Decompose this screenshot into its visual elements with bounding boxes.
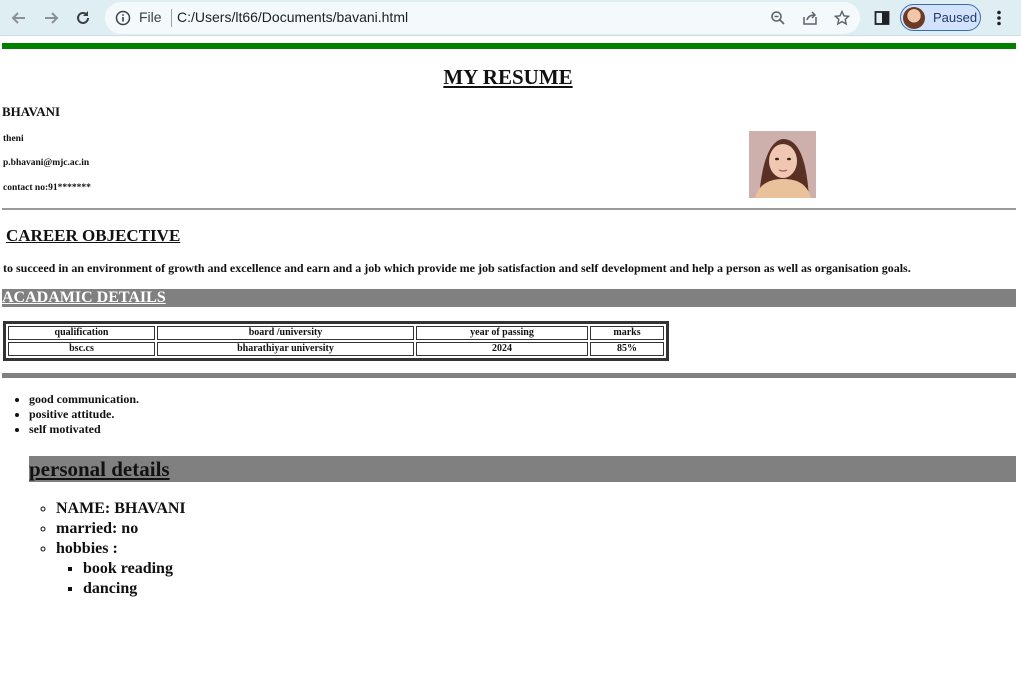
section-divider-thick: [2, 373, 1016, 378]
personal-heading-band: personal details: [29, 456, 1016, 482]
info-icon[interactable]: [114, 9, 132, 27]
table-row: bsc.cs bharathiyar university 2024 85%: [8, 342, 664, 356]
url-scheme-label: File: [139, 9, 162, 25]
table-header-row: qualification board /university year of …: [8, 326, 664, 340]
list-item: hobbies : book reading dancing: [56, 539, 186, 599]
reload-icon[interactable]: [71, 6, 95, 30]
table-header-cell: year of passing: [416, 326, 588, 340]
table-cell: 85%: [590, 342, 664, 356]
contact-text: contact no:91*******: [3, 183, 91, 193]
share-icon[interactable]: [801, 9, 819, 27]
more-menu-icon[interactable]: [988, 7, 1010, 29]
table-cell: 2024: [416, 342, 588, 356]
browser-toolbar: File C:/Users/lt66/Documents/bavani.html…: [0, 0, 1021, 36]
academic-heading-band: ACADAMIC DETAILS: [2, 289, 1016, 307]
career-objective-text: to succeed in an environment of growth a…: [3, 261, 911, 275]
forward-arrow-icon[interactable]: [39, 6, 63, 30]
zoom-icon[interactable]: [769, 9, 787, 27]
list-item: book reading: [83, 559, 186, 579]
email-text: p.bhavani@mjc.ac.in: [3, 158, 90, 168]
table-header-cell: qualification: [8, 326, 155, 340]
list-item: dancing: [83, 579, 186, 599]
academic-table: qualification board /university year of …: [3, 321, 669, 361]
profile-button[interactable]: Paused: [900, 4, 981, 31]
page-title: MY RESUME: [443, 65, 573, 89]
list-item: self motivated: [29, 422, 139, 437]
url-separator: [171, 9, 172, 27]
skills-list: good communication. positive attitude. s…: [29, 392, 139, 437]
list-item: married: no: [56, 519, 186, 539]
list-item: positive attitude.: [29, 407, 139, 422]
profile-status-label: Paused: [933, 10, 978, 25]
hobbies-label: hobbies :: [56, 540, 118, 557]
address-bar[interactable]: File C:/Users/lt66/Documents/bavani.html: [105, 2, 860, 34]
section-divider: [2, 208, 1016, 210]
list-item: good communication.: [29, 392, 139, 407]
table-header-cell: marks: [590, 326, 664, 340]
table-header-cell: board /university: [157, 326, 414, 340]
personal-details-list: NAME: BHAVANI married: no hobbies : book…: [56, 499, 186, 599]
academic-heading: ACADAMIC DETAILS: [2, 289, 166, 306]
green-divider: [2, 43, 1016, 49]
page-content: MY RESUME BHAVANI theni p.bhavani@mjc.ac…: [0, 37, 1021, 688]
table-cell: bharathiyar university: [157, 342, 414, 356]
personal-details-heading: personal details: [29, 457, 170, 481]
table-cell: bsc.cs: [8, 342, 155, 356]
back-arrow-icon[interactable]: [7, 6, 31, 30]
bookmark-star-icon[interactable]: [833, 9, 851, 27]
candidate-name: BHAVANI: [2, 104, 61, 119]
hobbies-list: book reading dancing: [56, 559, 186, 599]
career-objective-heading: CAREER OBJECTIVE: [6, 226, 181, 245]
profile-photo: [749, 131, 816, 198]
url-text[interactable]: C:/Users/lt66/Documents/bavani.html: [177, 9, 408, 25]
avatar: [903, 7, 925, 29]
side-panel-icon[interactable]: [871, 7, 893, 29]
list-item: NAME: BHAVANI: [56, 499, 186, 519]
location-text: theni: [3, 134, 24, 144]
